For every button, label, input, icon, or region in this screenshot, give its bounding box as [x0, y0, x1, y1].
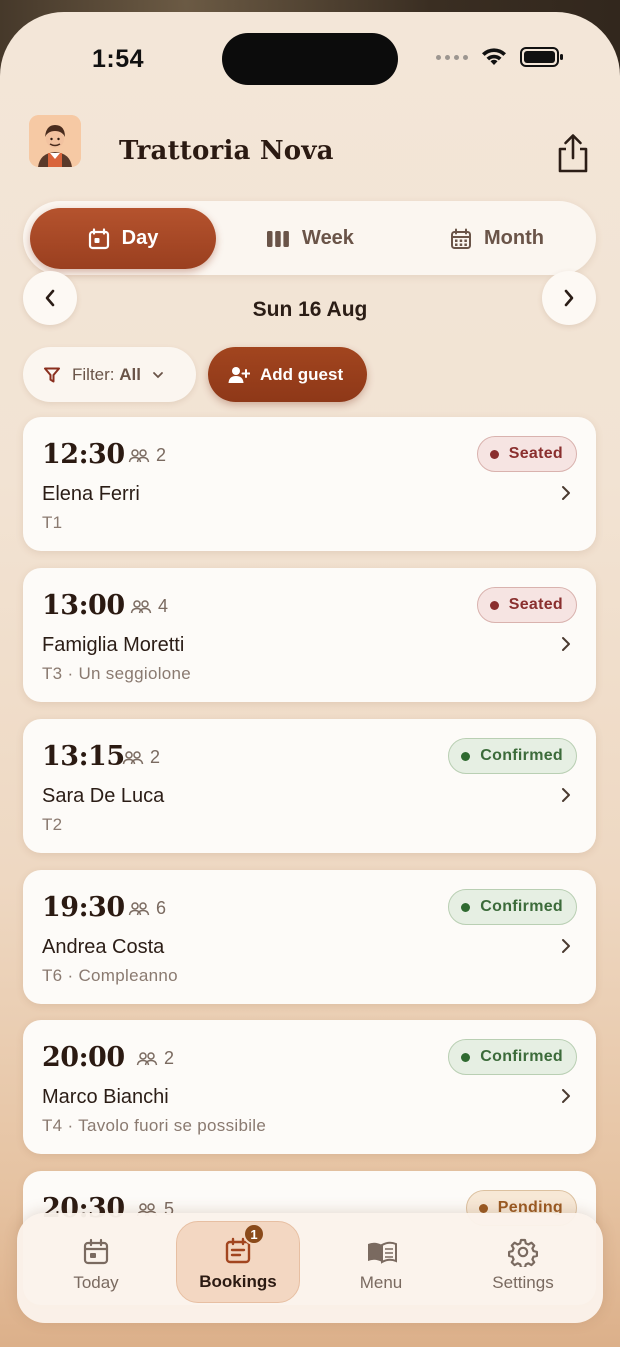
app-screen: 1:54 Trattoria Nova Day Week Month Sun 1…	[0, 12, 620, 1347]
booking-card[interactable]: 13:00 4 Seated Famiglia Moretti T3 · Un …	[23, 568, 596, 702]
chevron-right-icon	[562, 637, 570, 651]
tab-today[interactable]: Today	[34, 1221, 158, 1303]
booking-time: 20:00	[42, 1042, 125, 1073]
status-badge: Confirmed	[448, 889, 577, 925]
tab-week-label: Week	[302, 227, 354, 249]
party-size: 4	[130, 596, 168, 617]
restaurant-title: Trattoria Nova	[119, 136, 334, 166]
booking-time: 13:15	[42, 741, 125, 772]
chevron-down-icon	[153, 371, 163, 378]
booking-note: T3 · Un seggiolone	[42, 664, 192, 683]
party-count: 2	[150, 747, 161, 767]
booking-card[interactable]: 20:00 2 Confirmed Marco Bianchi T4 · Tav…	[23, 1020, 596, 1154]
tab-bookings-label: Bookings	[199, 1272, 277, 1291]
add-guest-label: Add guest	[260, 364, 344, 384]
party-size: 2	[128, 445, 166, 466]
party-count: 2	[156, 445, 167, 465]
wifi-icon	[482, 48, 506, 65]
party-count: 2	[164, 1048, 175, 1068]
booking-time: 19:30	[42, 892, 125, 923]
current-date: Sun 16 Aug	[252, 298, 368, 321]
bookings-list-icon: 1	[223, 1223, 265, 1266]
booking-card[interactable]: 19:30 6 Confirmed Andrea Costa T6 · Comp…	[23, 870, 596, 1004]
tab-month[interactable]: Month	[404, 208, 590, 269]
status-icons	[436, 46, 564, 68]
filter-button[interactable]: Filter: All	[23, 347, 196, 402]
guest-name: Elena Ferri	[42, 483, 140, 505]
tab-menu[interactable]: Menu	[319, 1221, 443, 1303]
open-book-icon	[366, 1237, 397, 1267]
booking-note: T2	[42, 815, 63, 834]
booking-time: 12:30	[42, 439, 125, 470]
calendar-today-icon	[81, 1237, 111, 1267]
party-count: 4	[158, 596, 169, 616]
status-time: 1:54	[92, 45, 145, 73]
chevron-right-icon	[562, 486, 570, 500]
tab-month-label: Month	[484, 227, 544, 249]
status-badge: Confirmed	[448, 738, 577, 774]
gear-icon	[508, 1237, 538, 1269]
booking-card[interactable]: 12:30 2 Seated Elena Ferri T1	[23, 417, 596, 551]
people-icon	[136, 1051, 158, 1065]
tab-week[interactable]: Week	[217, 208, 403, 269]
tab-menu-label: Menu	[359, 1273, 403, 1292]
status-badge: Seated	[476, 587, 577, 623]
booking-note: T4 · Tavolo fuori se possibile	[42, 1116, 267, 1135]
battery-icon	[520, 47, 563, 67]
guest-name: Andrea Costa	[42, 936, 165, 958]
share-icon[interactable]	[553, 132, 593, 174]
status-badge: Seated	[476, 436, 577, 472]
status-badge: Confirmed	[448, 1039, 577, 1075]
chevron-right-icon	[564, 289, 574, 307]
booking-time: 13:00	[42, 590, 125, 621]
tab-today-label: Today	[73, 1273, 119, 1292]
tab-settings-label: Settings	[492, 1273, 554, 1292]
add-person-icon	[228, 366, 250, 383]
add-guest-button[interactable]: Add guest	[208, 347, 367, 402]
view-switcher: Day Week Month	[23, 201, 596, 275]
calendar-day-icon	[88, 227, 109, 249]
tab-day[interactable]: Day	[30, 208, 216, 269]
tab-bookings[interactable]: 1 Bookings	[176, 1221, 300, 1303]
week-columns-icon	[267, 230, 289, 247]
guest-name: Famiglia Moretti	[42, 634, 185, 656]
people-icon	[122, 750, 144, 764]
bottom-tab-bar: Today 1 Bookings Menu Settings	[17, 1213, 603, 1323]
notification-badge: 1	[243, 1223, 265, 1245]
signal-dots-icon	[436, 54, 468, 60]
booking-note: T1	[42, 513, 63, 532]
filter-label: Filter: All	[72, 364, 141, 384]
guest-name: Sara De Luca	[42, 785, 165, 807]
booking-note: T6 · Compleanno	[42, 966, 178, 985]
chevron-right-icon	[562, 1089, 570, 1103]
filter-funnel-icon	[44, 367, 60, 382]
people-icon	[128, 448, 150, 462]
chef-avatar-icon[interactable]	[29, 115, 81, 167]
chevron-right-icon	[562, 939, 570, 953]
people-icon	[130, 599, 152, 613]
chevron-right-icon	[562, 788, 570, 802]
party-size: 2	[122, 747, 160, 768]
dynamic-island	[222, 33, 398, 85]
party-size: 6	[128, 898, 166, 919]
party-size: 2	[136, 1048, 174, 1069]
calendar-month-icon	[451, 228, 471, 249]
tab-day-label: Day	[121, 227, 159, 249]
guest-name: Marco Bianchi	[42, 1086, 169, 1108]
booking-card[interactable]: 13:15 2 Confirmed Sara De Luca T2	[23, 719, 596, 853]
next-day-button[interactable]	[542, 271, 596, 325]
people-icon	[128, 901, 150, 915]
tab-settings[interactable]: Settings	[461, 1221, 585, 1303]
party-count: 6	[156, 898, 167, 918]
